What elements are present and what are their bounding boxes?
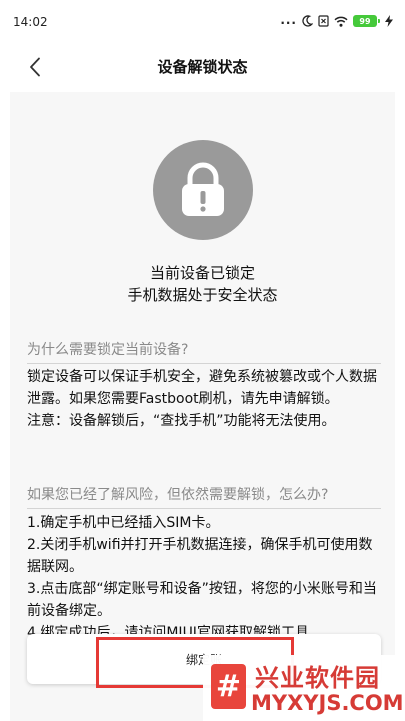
- lock-status-line1: 当前设备已锁定: [149, 264, 255, 282]
- status-time: 14:02: [13, 15, 48, 29]
- lock-status-text: 当前设备已锁定 手机数据处于安全状态: [10, 262, 395, 306]
- content-panel[interactable]: 当前设备已锁定 手机数据处于安全状态 为什么需要锁定当前设备? 锁定设备可以保证…: [10, 92, 395, 721]
- watermark-logo-icon: #: [211, 664, 246, 709]
- lock-icon: [182, 162, 224, 216]
- watermark-brand: 兴业软件园: [255, 664, 380, 692]
- charging-icon: [385, 15, 393, 27]
- how-unlock-question: 如果您已经了解风险，但依然需要解锁，怎么办?: [27, 484, 381, 509]
- status-bar: 14:02 ... 99: [0, 0, 405, 40]
- watermark-domain: MYXYJS.COM: [251, 691, 404, 715]
- step-item: 2.关闭手机wifi并打开手机数据连接，确保手机可使用数据联网。: [27, 537, 373, 575]
- moon-icon: [302, 15, 313, 27]
- why-lock-question: 为什么需要锁定当前设备?: [27, 339, 381, 364]
- status-icons: ... 99: [280, 14, 393, 28]
- watermark: # 兴业软件园 MYXYJS.COM: [203, 655, 405, 721]
- how-unlock-steps: 1.确定手机中已经插入SIM卡。 2.关闭手机wifi并打开手机数据连接，确保手…: [27, 512, 383, 644]
- battery-icon: 99: [353, 15, 380, 27]
- unlock-warning: 注意：设备解锁后，“查找手机”功能将无法使用。: [27, 413, 336, 429]
- why-lock-paragraph: 锁定设备可以保证手机安全，避免系统被篡改或个人数据泄露。如果您需要Fastboo…: [27, 369, 377, 407]
- title-bar: 设备解锁状态: [0, 40, 405, 92]
- step-item: 1.确定手机中已经插入SIM卡。: [27, 515, 220, 531]
- lock-status-line2: 手机数据处于安全状态: [127, 286, 278, 304]
- lock-badge: [153, 140, 253, 240]
- page-title: 设备解锁状态: [157, 58, 248, 76]
- sim-off-icon: [318, 15, 329, 27]
- more-dots-icon: ...: [280, 13, 297, 27]
- wifi-icon: [334, 16, 348, 27]
- why-lock-body: 锁定设备可以保证手机安全，避免系统被篡改或个人数据泄露。如果您需要Fastboo…: [27, 366, 383, 432]
- step-item: 3.点击底部“绑定账号和设备”按钮，将您的小米账号和当前设备绑定。: [27, 581, 377, 619]
